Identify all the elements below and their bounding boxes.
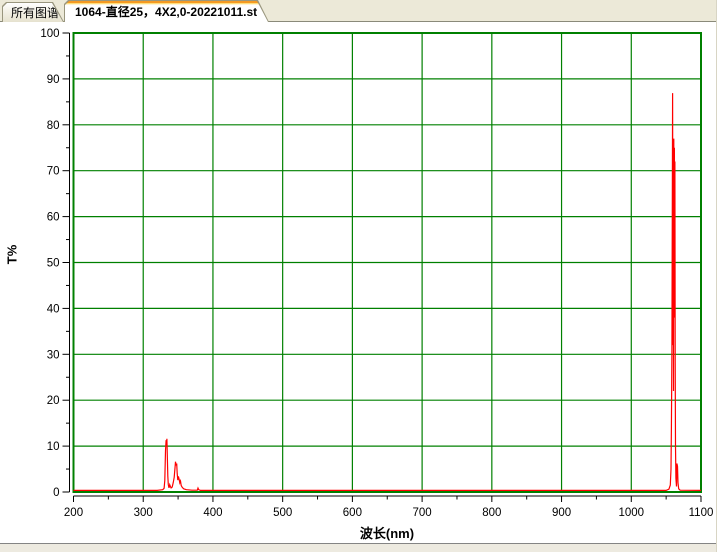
- svg-text:70: 70: [47, 166, 60, 178]
- svg-text:800: 800: [482, 507, 501, 519]
- svg-text:90: 90: [47, 74, 60, 86]
- svg-text:600: 600: [343, 507, 362, 519]
- svg-text:80: 80: [47, 120, 60, 132]
- svg-text:10: 10: [47, 441, 60, 453]
- svg-text:100: 100: [40, 28, 59, 40]
- svg-text:1100: 1100: [689, 507, 714, 519]
- svg-text:500: 500: [273, 507, 292, 519]
- tab-all-spectra[interactable]: 所有图谱: [2, 2, 64, 22]
- spectrum-line: [73, 93, 702, 491]
- x-axis-title: 波长(nm): [359, 526, 415, 541]
- svg-text:50: 50: [47, 258, 60, 270]
- tab-bar: 所有图谱 1064-直径25，4X2,0-20221011.st: [0, 0, 716, 22]
- svg-text:400: 400: [203, 507, 222, 519]
- svg-text:900: 900: [552, 507, 571, 519]
- tab-current-spectrum[interactable]: 1064-直径25，4X2,0-20221011.st: [64, 0, 269, 22]
- svg-text:700: 700: [413, 507, 432, 519]
- chart-canvas: 0 10 20 30 40 50 60 70 80 90 100 200 300 400 500 600 700…: [40, 28, 713, 519]
- tick-labels: 0 10 20 30 40 50 60 70 80 90 100 200 300 400 500 600 700…: [40, 28, 713, 519]
- svg-text:0: 0: [53, 487, 59, 499]
- svg-text:200: 200: [64, 507, 83, 519]
- window-bottom-edge: [0, 543, 716, 552]
- svg-text:300: 300: [134, 507, 153, 519]
- spectrum-chart: 0 10 20 30 40 50 60 70 80 90 100 200 300 400 500 600 700…: [0, 22, 716, 543]
- y-axis-title: T%: [4, 244, 20, 265]
- spectrum-window: 所有图谱 1064-直径25，4X2,0-20221011.st 0 10 20 30…: [0, 0, 717, 552]
- tab-all-spectra-label: 所有图谱: [11, 6, 60, 20]
- tab-current-spectrum-label: 1064-直径25，4X2,0-20221011.st: [75, 5, 258, 19]
- svg-text:30: 30: [47, 349, 60, 361]
- svg-text:1000: 1000: [618, 507, 644, 519]
- axes: [62, 32, 702, 502]
- svg-text:40: 40: [47, 303, 60, 315]
- svg-text:20: 20: [47, 395, 60, 407]
- svg-text:60: 60: [47, 212, 60, 224]
- grid-lines: [73, 33, 701, 492]
